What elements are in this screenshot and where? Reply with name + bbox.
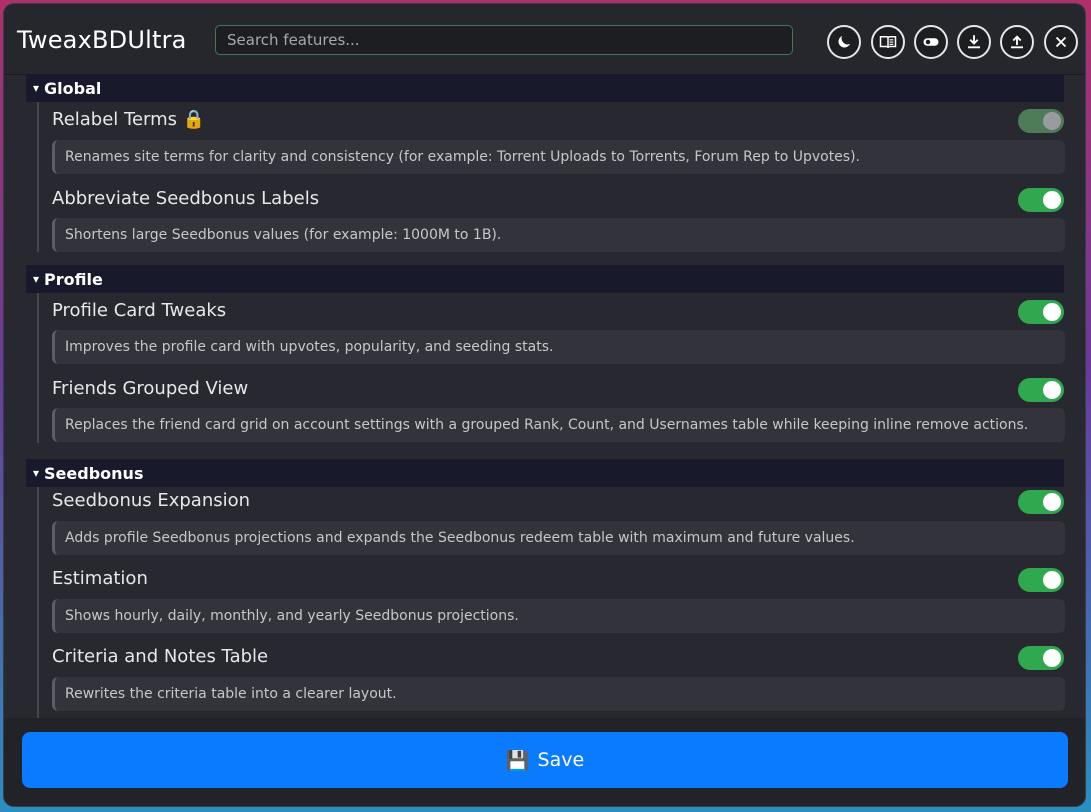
- feature-description: Adds profile Seedbonus projections and e…: [52, 521, 1065, 555]
- theme-toggle-button[interactable]: [827, 25, 861, 59]
- toggle-friends-grouped-view[interactable]: [1018, 378, 1064, 402]
- save-button[interactable]: 💾 Save: [22, 732, 1068, 788]
- collapse-caret-icon: ▾: [33, 466, 40, 480]
- toggle-knob: [1043, 381, 1061, 399]
- feature-description: Shortens large Seedbonus values (for exa…: [52, 218, 1065, 252]
- feature-label-relabel-terms: Relabel Terms 🔒: [52, 109, 206, 130]
- search-input[interactable]: [215, 25, 793, 55]
- section-title: Global: [44, 78, 102, 98]
- toggle-relabel-terms[interactable]: [1018, 109, 1064, 133]
- settings-panel: TweaxBDUltra ▾ Global Relabel Terms: [4, 4, 1085, 806]
- toggle-knob: [1043, 493, 1061, 511]
- section-title: Profile: [44, 269, 103, 289]
- floppy-disk-icon: 💾: [505, 749, 530, 772]
- feature-label-estimation: Estimation: [52, 568, 148, 589]
- feature-description: Shows hourly, daily, monthly, and yearly…: [52, 599, 1065, 633]
- section-header-profile[interactable]: ▾ Profile: [26, 265, 1064, 293]
- close-button[interactable]: [1044, 25, 1078, 59]
- feature-label-seedbonus-expansion: Seedbonus Expansion: [52, 490, 251, 511]
- moon-icon: [838, 36, 850, 48]
- section-title: Seedbonus: [44, 463, 144, 483]
- feature-label-friends-grouped-view: Friends Grouped View: [52, 378, 249, 399]
- toggle-seedbonus-expansion[interactable]: [1018, 490, 1064, 514]
- feature-description: Replaces the friend card grid on account…: [52, 408, 1065, 442]
- collapse-caret-icon: ▾: [33, 81, 40, 95]
- import-button[interactable]: [1000, 25, 1034, 59]
- upload-icon: [1011, 35, 1023, 49]
- feature-label-criteria-notes-table: Criteria and Notes Table: [52, 646, 269, 667]
- download-icon: [968, 35, 980, 49]
- close-icon: [1055, 36, 1067, 48]
- toggle-knob: [1043, 191, 1061, 209]
- toggle-knob: [1043, 649, 1061, 667]
- save-button-label: Save: [537, 749, 585, 771]
- section-header-seedbonus[interactable]: ▾ Seedbonus: [26, 459, 1064, 487]
- docs-button[interactable]: [871, 25, 905, 59]
- features-list: ▾ Global Relabel Terms 🔒 Renames site te…: [4, 74, 1085, 718]
- toggle-knob: [1043, 571, 1061, 589]
- feature-description: Improves the profile card with upvotes, …: [52, 330, 1065, 364]
- toggle-criteria-notes-table[interactable]: [1018, 646, 1064, 670]
- panel-footer: 💾 Save: [4, 718, 1085, 806]
- toggle-knob: [1043, 303, 1061, 321]
- toggle-abbreviate-seedbonus[interactable]: [1018, 188, 1064, 212]
- toggle-icon: [923, 38, 939, 46]
- panel-header: TweaxBDUltra: [4, 4, 1085, 75]
- feature-description: Renames site terms for clarity and consi…: [52, 140, 1065, 174]
- book-icon: [879, 36, 897, 49]
- toggle-all-button[interactable]: [914, 25, 948, 59]
- collapse-caret-icon: ▾: [33, 272, 40, 286]
- toggle-profile-card-tweaks[interactable]: [1018, 300, 1064, 324]
- section-rail: [37, 102, 39, 252]
- section-rail: [37, 487, 39, 718]
- section-header-global[interactable]: ▾ Global: [26, 74, 1064, 102]
- toggle-estimation[interactable]: [1018, 568, 1064, 592]
- feature-label-abbreviate-seedbonus: Abbreviate Seedbonus Labels: [52, 188, 320, 209]
- feature-label-profile-card-tweaks: Profile Card Tweaks: [52, 300, 227, 321]
- toggle-knob: [1043, 112, 1061, 130]
- feature-description: Rewrites the criteria table into a clear…: [52, 677, 1065, 711]
- app-title: TweaxBDUltra: [17, 26, 187, 54]
- lock-icon: 🔒: [182, 109, 206, 130]
- section-rail: [37, 293, 39, 443]
- export-button[interactable]: [957, 25, 991, 59]
